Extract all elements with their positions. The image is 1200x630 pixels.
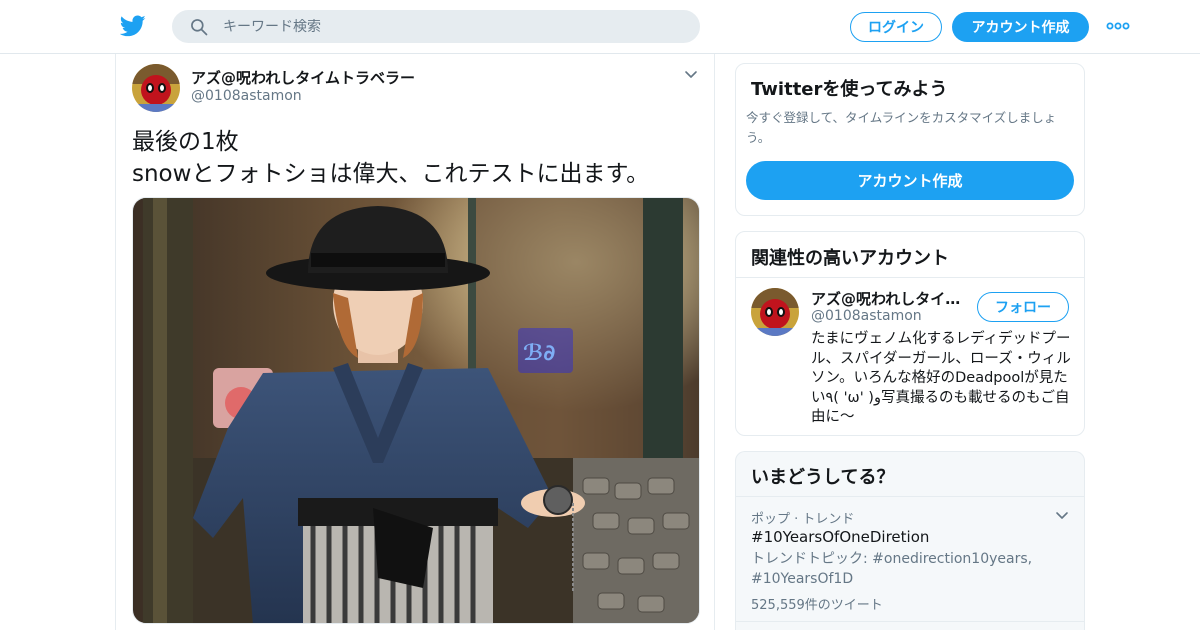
trends-card: いまどうしてる？ ポップ · トレンド #10YearsOfOneDiretio… xyxy=(735,451,1085,630)
chevron-down-icon[interactable] xyxy=(1055,510,1069,522)
account-handle[interactable]: @0108astamon xyxy=(811,308,922,324)
signup-button[interactable]: アカウント作成 xyxy=(952,12,1089,42)
signup-card-title: Twitterを使ってみよう xyxy=(751,79,948,100)
search-input[interactable] xyxy=(223,18,683,35)
signup-card-description: 今すぐ登録して、タイムラインをカスタマイズしましょう。 xyxy=(746,110,1057,145)
tweet-author-handle[interactable]: @0108astamon xyxy=(191,88,302,104)
related-accounts-card: 関連性の高いアカウント アズ@呪われしタイ… @0108astamon フォロー… xyxy=(735,231,1085,436)
account-bio: たまにヴェノム化するレディデッドプール、スパイダーガール、ローズ・ウィルソン。い… xyxy=(811,331,1071,425)
divider xyxy=(736,277,1084,278)
related-accounts-title: 関連性の高いアカウント xyxy=(751,248,949,269)
tweet-photo[interactable]: ℬ∂ xyxy=(132,197,700,624)
search-bar xyxy=(172,10,700,43)
trend-item[interactable]: ポップ · トレンド #10YearsOfOneDiretion トレンドトピッ… xyxy=(736,497,1084,621)
search-icon xyxy=(191,18,208,35)
tweet-text: 最後の1枚 snowとフォトショは偉大、これテストに出ます。 xyxy=(132,126,702,190)
signup-card-button[interactable]: アカウント作成 xyxy=(746,161,1074,200)
more-dots-icon[interactable] xyxy=(1106,18,1130,34)
chevron-down-icon[interactable] xyxy=(684,68,698,82)
tweet-card: アズ@呪われしタイムトラベラー @0108astamon 最後の1枚 snowと… xyxy=(115,54,715,630)
trend-tweet-count: 525,559件のツイート xyxy=(751,598,883,613)
tweet-text-line: 最後の1枚 xyxy=(132,129,239,155)
follow-button[interactable]: フォロー xyxy=(977,292,1069,322)
tweet-text-line: snowとフォトショは偉大、これテストに出ます。 xyxy=(132,161,650,187)
account-name[interactable]: アズ@呪われしタイ… xyxy=(811,288,971,309)
avatar[interactable] xyxy=(751,288,799,336)
twitter-bird-icon[interactable] xyxy=(120,13,146,39)
top-navigation-bar: ログイン アカウント作成 xyxy=(0,0,1200,54)
trend-name[interactable]: #10YearsOfOneDiretion xyxy=(751,528,929,546)
tweet-author-name[interactable]: アズ@呪われしタイムトラベラー xyxy=(191,67,415,88)
avatar[interactable] xyxy=(132,64,180,112)
trends-title: いまどうしてる？ xyxy=(751,467,895,488)
trend-category: ポップ · トレンド xyxy=(751,512,855,527)
divider xyxy=(736,621,1084,622)
trend-description: トレンドトピック: #onedirection10years, #10Years… xyxy=(751,551,1033,587)
login-button[interactable]: ログイン xyxy=(850,12,942,42)
signup-card: Twitterを使ってみよう 今すぐ登録して、タイムラインをカスタマイズしましょ… xyxy=(735,63,1085,216)
svg-text:ℬ∂: ℬ∂ xyxy=(523,341,555,366)
